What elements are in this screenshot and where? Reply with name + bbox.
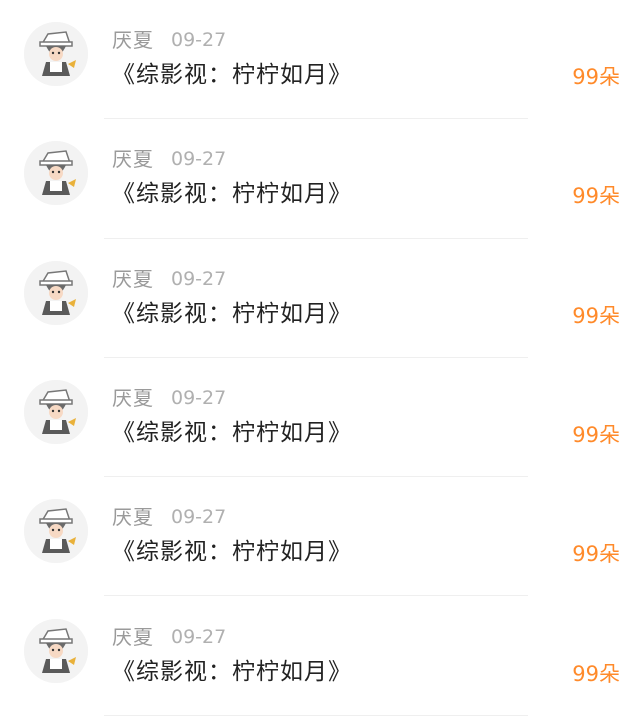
post-date: 09-27 [171,148,227,171]
gift-list: 厌夏 09-27 《综影视：柠柠如月》 99朵 厌夏 09-27 《综影视：柠柠… [0,0,640,716]
post-date: 09-27 [171,29,227,51]
book-title[interactable]: 《综影视：柠柠如月》 [112,299,352,329]
avatar-cartoon-icon [24,260,88,325]
author-name[interactable]: 厌夏 [112,386,154,410]
gift-count: 99朵 [572,422,620,447]
author-name[interactable]: 厌夏 [112,267,154,291]
avatar-cartoon-icon [24,618,88,683]
gift-count: 99朵 [572,65,620,89]
avatar-cartoon-icon [24,379,88,444]
avatar[interactable] [24,499,88,564]
list-item[interactable]: 厌夏 09-27 《综影视：柠柠如月》 99朵 [0,477,640,597]
book-title[interactable]: 《综影视：柠柠如月》 [112,179,352,209]
post-date: 09-27 [171,625,227,648]
avatar[interactable] [24,260,88,325]
list-item[interactable]: 厌夏 09-27 《综影视：柠柠如月》 99朵 [0,358,640,478]
author-name[interactable]: 厌夏 [112,28,154,52]
book-title[interactable]: 《综影视：柠柠如月》 [112,60,352,90]
gift-count: 99朵 [572,542,620,567]
post-date: 09-27 [171,386,227,409]
post-date: 09-27 [171,506,227,529]
post-date: 09-27 [171,267,227,290]
list-item[interactable]: 厌夏 09-27 《综影视：柠柠如月》 99朵 [0,0,640,120]
author-name[interactable]: 厌夏 [112,625,154,649]
gift-count: 99朵 [572,661,620,686]
list-item[interactable]: 厌夏 09-27 《综影视：柠柠如月》 99朵 [0,119,640,239]
book-title[interactable]: 《综影视：柠柠如月》 [112,537,352,567]
list-item[interactable]: 厌夏 09-27 《综影视：柠柠如月》 99朵 [0,597,640,716]
author-name[interactable]: 厌夏 [112,147,154,171]
avatar[interactable] [24,22,88,86]
avatar[interactable] [24,379,88,444]
avatar-cartoon-icon [24,499,88,564]
avatar-cartoon-icon [24,141,88,206]
gift-count: 99朵 [572,184,620,209]
list-item[interactable]: 厌夏 09-27 《综影视：柠柠如月》 99朵 [0,239,640,358]
avatar[interactable] [24,141,88,206]
author-name[interactable]: 厌夏 [112,505,154,529]
avatar-cartoon-icon [24,22,88,86]
avatar[interactable] [24,618,88,683]
book-title[interactable]: 《综影视：柠柠如月》 [112,418,352,448]
book-title[interactable]: 《综影视：柠柠如月》 [112,657,352,687]
gift-count: 99朵 [572,303,620,328]
